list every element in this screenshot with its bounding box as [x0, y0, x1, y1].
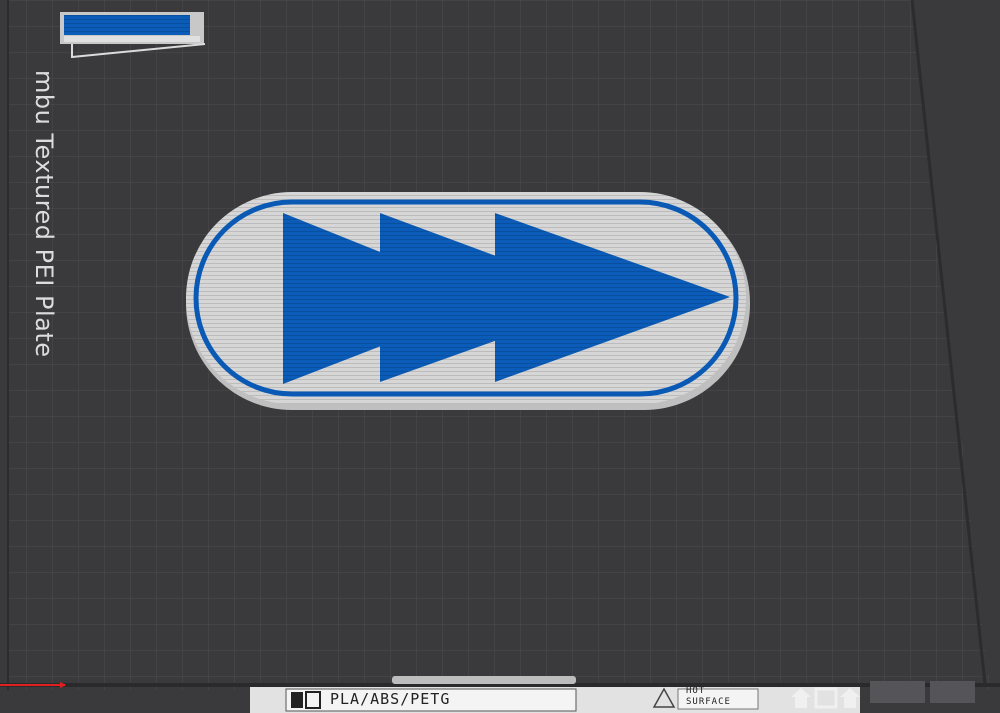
plate-logo: [60, 12, 204, 44]
hot-warning-line1: HOT: [686, 686, 706, 696]
build-plate-canvas[interactable]: [0, 0, 1000, 713]
plate-name-label: mbu Textured PEI Plate: [30, 70, 58, 358]
model-badge: [186, 192, 750, 410]
filament-types-label: PLA/ABS/PETG: [330, 690, 451, 708]
hot-warning-line2: SURFACE: [686, 697, 731, 707]
3d-viewport[interactable]: mbu Textured PEI Plate PLA/ABS/PETG HOT …: [0, 0, 1000, 713]
